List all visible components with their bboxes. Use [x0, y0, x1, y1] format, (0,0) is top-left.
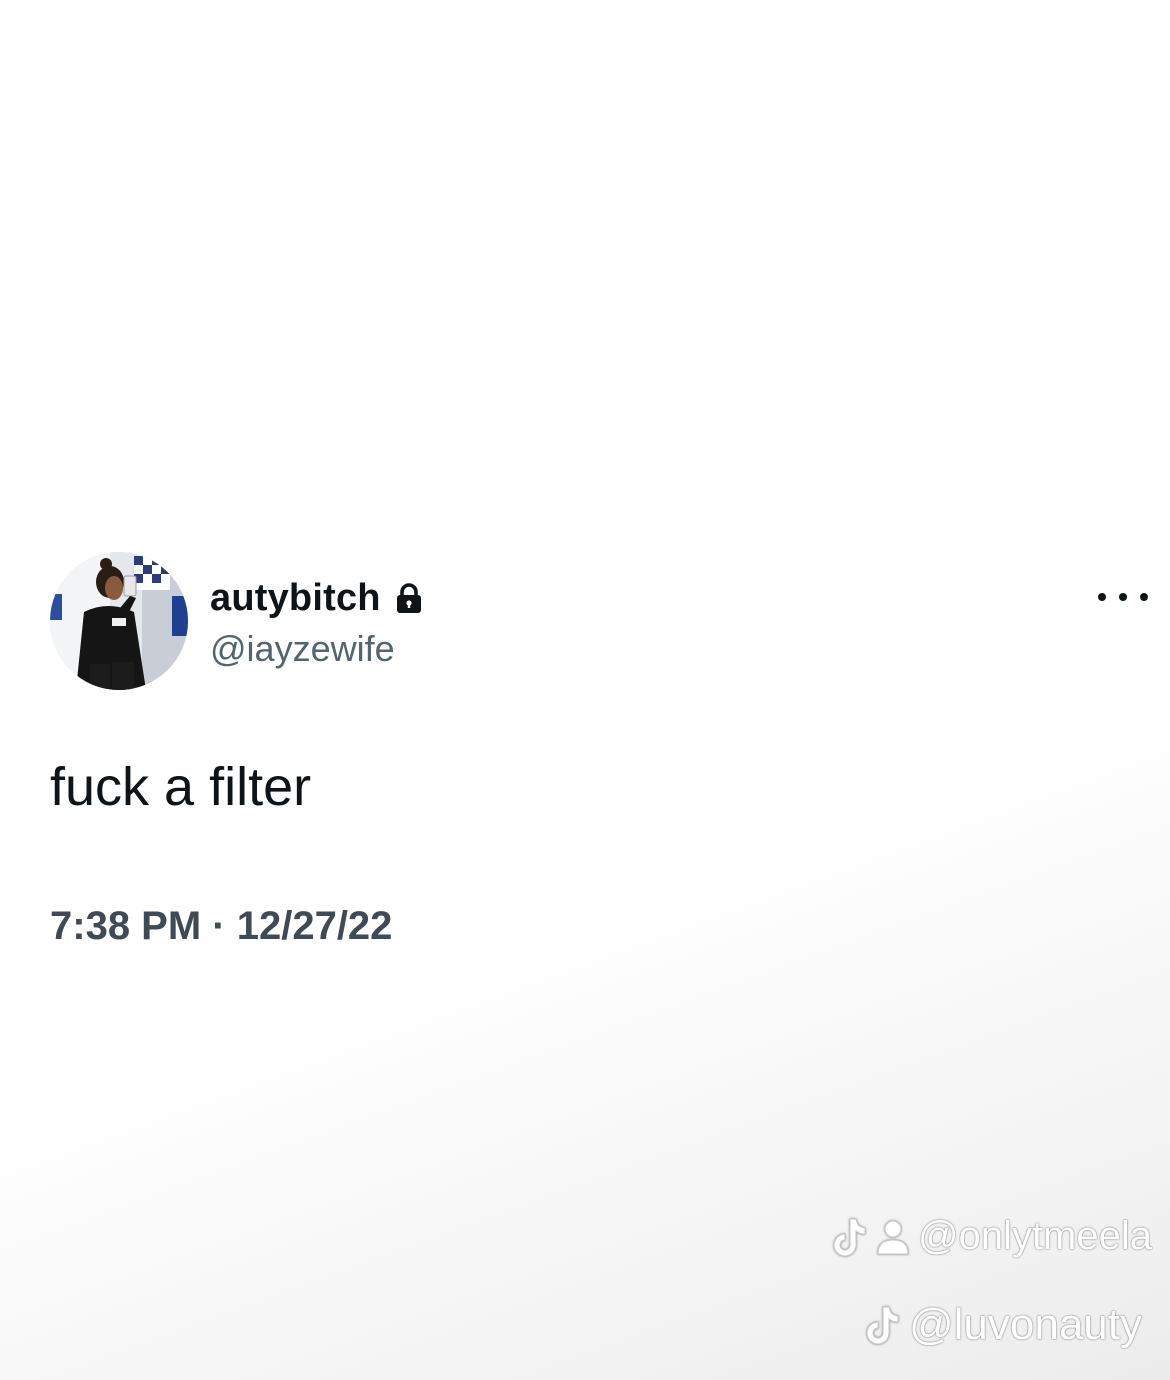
tweet-timestamp[interactable]: 7:38 PM · 12/27/22 [50, 904, 392, 949]
tweet-text: fuck a filter [50, 757, 312, 817]
more-options-button[interactable] [1098, 582, 1148, 612]
tiktok-icon [833, 1218, 866, 1256]
tweet-screenshot: autybitch @iayzewife fuck a filter 7:38 … [0, 0, 1170, 1380]
watermark-first-text: @onlytmeela [917, 1214, 1152, 1258]
more-dot [1140, 593, 1148, 601]
display-name-row: autybitch [210, 576, 423, 620]
avatar[interactable] [50, 552, 188, 690]
watermark-second: @luvonauty [863, 1300, 1142, 1350]
user-icon [877, 1220, 909, 1254]
tiktok-icon [866, 1306, 899, 1345]
more-dot [1119, 593, 1127, 601]
watermark-second-text: @luvonauty [908, 1300, 1142, 1349]
user-identity: autybitch @iayzewife [210, 576, 423, 670]
avatar-photo [50, 552, 188, 690]
tweet-header: autybitch @iayzewife [50, 552, 1160, 692]
user-handle[interactable]: @iayzewife [210, 628, 423, 670]
lock-icon [395, 582, 423, 614]
display-name[interactable]: autybitch [210, 577, 381, 620]
more-horizontal-icon [1098, 593, 1106, 601]
watermark-first: @onlytmeela [830, 1214, 1152, 1259]
